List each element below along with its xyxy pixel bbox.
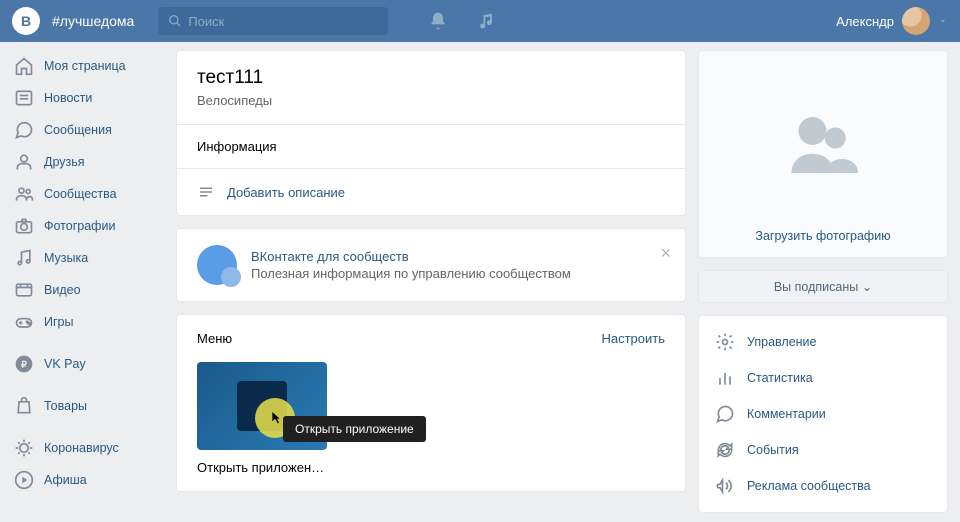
friends-icon [14, 152, 34, 172]
mgmt-manage[interactable]: Управление [699, 324, 947, 360]
vk-logo[interactable]: В [12, 7, 40, 35]
message-icon [14, 120, 34, 140]
search-icon [168, 14, 182, 28]
photo-upload-card: Загрузить фотографию [698, 50, 948, 258]
svg-text:₽: ₽ [21, 359, 27, 369]
nav-my-page[interactable]: Моя страница [6, 50, 164, 82]
news-icon [14, 88, 34, 108]
mgmt-events[interactable]: События [699, 432, 947, 468]
tooltip: Открыть приложение [283, 416, 426, 442]
music-icon[interactable] [476, 11, 496, 31]
bell-icon[interactable] [428, 11, 448, 31]
search-input[interactable]: Поиск [158, 7, 388, 35]
nav-corona[interactable]: Коронавирус [6, 432, 164, 464]
search-placeholder: Поиск [188, 14, 224, 29]
promo-title[interactable]: ВКонтакте для сообществ [251, 249, 571, 264]
music-nav-icon [14, 248, 34, 268]
community-category: Велосипеды [197, 93, 665, 108]
management-card: Управление Статистика Комментарии Событи… [698, 315, 948, 513]
games-icon [14, 312, 34, 332]
community-header-card: тест111 Велосипеды Информация Добавить о… [176, 50, 686, 216]
avatar [902, 7, 930, 35]
upload-photo-link[interactable]: Загрузить фотографию [699, 215, 947, 257]
mgmt-comments[interactable]: Комментарии [699, 396, 947, 432]
comment-icon [715, 404, 735, 424]
vkpay-icon: ₽ [14, 354, 34, 374]
nav-vkpay[interactable]: ₽VK Pay [6, 348, 164, 380]
promo-card: ВКонтакте для сообществ Полезная информа… [176, 228, 686, 302]
refresh-icon [715, 440, 735, 460]
list-icon [197, 183, 215, 201]
nav-afisha[interactable]: Афиша [6, 464, 164, 496]
menu-configure-link[interactable]: Настроить [601, 331, 665, 346]
nav-photos[interactable]: Фотографии [6, 210, 164, 242]
nav-communities[interactable]: Сообщества [6, 178, 164, 210]
subscribed-button[interactable]: Вы подписаны ⌄ [698, 270, 948, 303]
play-icon [14, 470, 34, 490]
chevron-down-icon [938, 16, 948, 26]
photo-placeholder-icon [699, 75, 947, 215]
stats-icon [715, 368, 735, 388]
video-icon [14, 280, 34, 300]
info-section-header: Информация [177, 124, 685, 168]
camera-icon [14, 216, 34, 236]
chevron-down-icon: ⌄ [862, 280, 872, 294]
right-column: Загрузить фотографию Вы подписаны ⌄ Упра… [698, 50, 948, 513]
mgmt-stats[interactable]: Статистика [699, 360, 947, 396]
communities-icon [14, 184, 34, 204]
sidebar: Моя страница Новости Сообщения Друзья Со… [0, 50, 164, 513]
gear-icon [715, 332, 735, 352]
menu-header: Меню [197, 331, 232, 346]
mgmt-ads[interactable]: Реклама сообщества [699, 468, 947, 504]
nav-products[interactable]: Товары [6, 390, 164, 422]
bag-icon [14, 396, 34, 416]
hashtag-link[interactable]: #лучшедома [52, 13, 134, 29]
nav-video[interactable]: Видео [6, 274, 164, 306]
user-menu[interactable]: Алексндр [836, 7, 948, 35]
username: Алексндр [836, 14, 894, 29]
community-title: тест111 [197, 67, 665, 89]
megaphone-icon [715, 476, 735, 496]
nav-friends[interactable]: Друзья [6, 146, 164, 178]
main-column: тест111 Велосипеды Информация Добавить о… [176, 50, 686, 513]
app-label: Открыть приложен… [197, 460, 665, 475]
header-bar: В #лучшедома Поиск Алексндр [0, 0, 960, 42]
promo-text: Полезная информация по управлению сообще… [251, 266, 571, 281]
close-icon[interactable]: × [660, 243, 671, 264]
community-promo-icon [197, 245, 237, 285]
home-icon [14, 56, 34, 76]
nav-games[interactable]: Игры [6, 306, 164, 338]
virus-icon [14, 438, 34, 458]
nav-messages[interactable]: Сообщения [6, 114, 164, 146]
menu-card: Меню Настроить Открыть приложение Открыт… [176, 314, 686, 492]
add-description-link[interactable]: Добавить описание [177, 168, 685, 215]
nav-music[interactable]: Музыка [6, 242, 164, 274]
nav-news[interactable]: Новости [6, 82, 164, 114]
pointer-icon [267, 410, 283, 426]
